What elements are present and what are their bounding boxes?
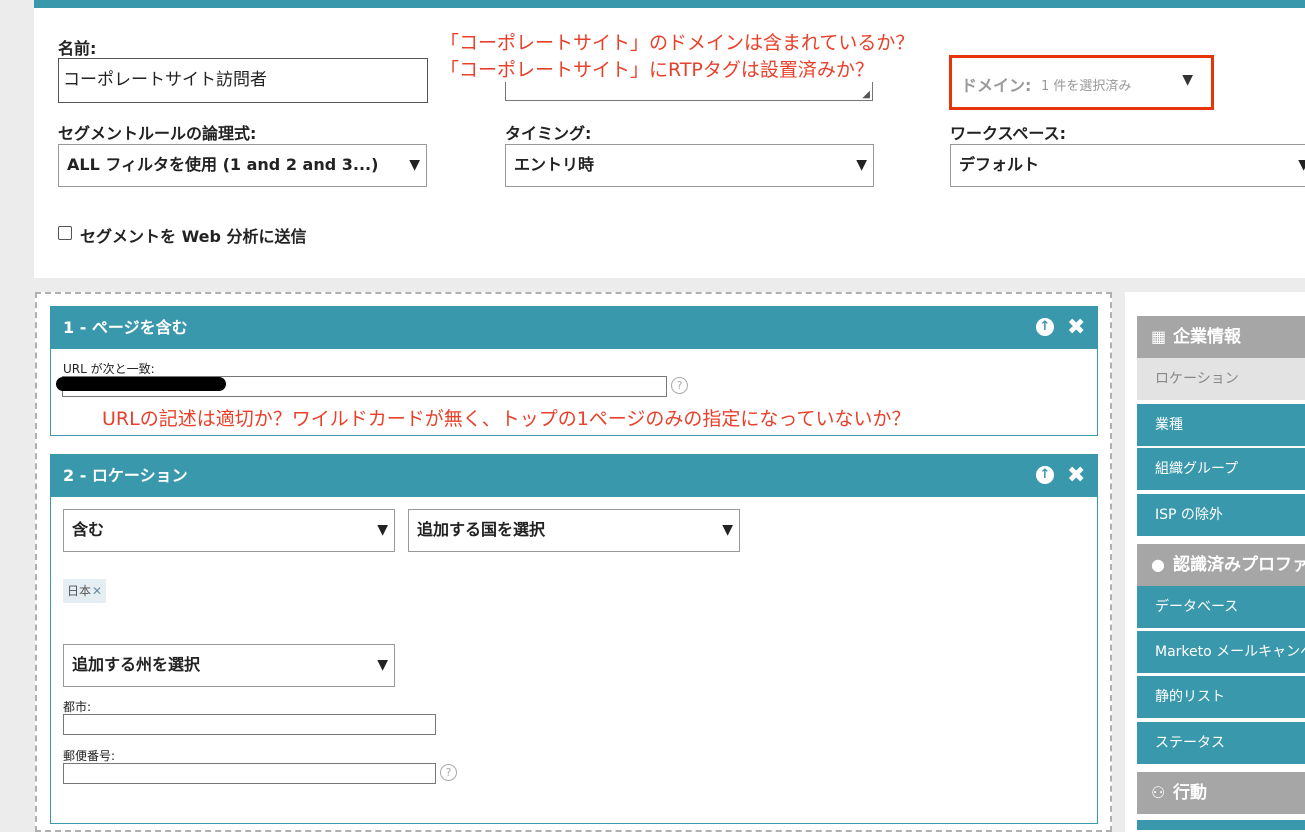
include-value: 含む — [72, 520, 105, 539]
sidebar-item-static-list[interactable]: 静的リスト — [1137, 676, 1305, 718]
chevron-down-icon: ▼ — [1298, 145, 1305, 185]
filter-card-header: 2 - ロケーション ↑ ✖ — [51, 455, 1097, 497]
remove-tag-icon[interactable]: ✕ — [92, 584, 102, 598]
help-icon[interactable]: ? — [671, 377, 688, 394]
workspace-label: ワークスペース: — [950, 124, 1066, 143]
segment-rule-select[interactable]: ALL フィルタを使用 (1 and 2 and 3...) ▼ — [58, 144, 427, 187]
person-icon: ● — [1151, 555, 1165, 574]
sidebar-item-database[interactable]: データベース — [1137, 586, 1305, 628]
chevron-down-icon: ▼ — [856, 157, 867, 173]
sidebar-item-partial — [1137, 820, 1305, 830]
move-up-icon[interactable]: ↑ — [1036, 466, 1054, 484]
zip-label: 郵便番号: — [63, 749, 116, 763]
workspace-value: デフォルト — [959, 155, 1040, 174]
chevron-down-icon: ▼ — [722, 522, 733, 538]
country-tag: 日本✕ — [63, 579, 107, 603]
send-to-web-analytics-checkbox[interactable] — [58, 226, 72, 240]
include-select[interactable]: 含む ▼ — [63, 509, 395, 552]
sidebar-group-title: 行動 — [1173, 783, 1207, 803]
country-tag-label: 日本 — [67, 584, 92, 598]
country-select[interactable]: 追加する国を選択 ▼ — [408, 509, 740, 552]
segment-rule-value: ALL フィルタを使用 (1 and 2 and 3...) — [67, 155, 379, 174]
sidebar-group-known-profile[interactable]: ● 認識済みプロファ — [1137, 544, 1305, 586]
sidebar-group-behavior[interactable]: ⚇ 行動 — [1137, 772, 1305, 814]
redaction-scribble — [56, 377, 226, 391]
top-accent-bar — [34, 0, 1305, 8]
chevron-down-icon: ▼ — [377, 522, 388, 538]
name-label: 名前: — [58, 39, 97, 58]
chevron-down-icon: ▼ — [377, 657, 388, 673]
timing-value: エントリ時 — [514, 155, 595, 174]
highlight-box — [949, 55, 1214, 110]
timing-label: タイミング: — [505, 124, 592, 143]
timing-select[interactable]: エントリ時 ▼ — [505, 144, 874, 187]
annotation-domain-question: 「コーポレートサイト」のドメインは含まれているか？ — [440, 32, 915, 54]
segment-rule-label: セグメントルールの論理式: — [58, 124, 257, 143]
send-to-web-analytics-label: セグメントを Web 分析に送信 — [80, 227, 307, 246]
sidebar-group-title: 企業情報 — [1173, 327, 1241, 347]
annotation-url-question: URLの記述は適切か？ワイルドカードが無く、トップの1ページのみの指定になってい… — [102, 408, 911, 430]
close-icon[interactable]: ✖ — [1067, 455, 1085, 497]
sidebar-group-company[interactable]: ▦ 企業情報 — [1137, 316, 1305, 358]
zip-input[interactable] — [63, 763, 436, 784]
workspace-select[interactable]: デフォルト ▼ — [950, 144, 1305, 187]
sidebar-item-org-group[interactable]: 組織グループ — [1137, 448, 1305, 490]
resize-handle-icon[interactable]: ◢ — [862, 89, 870, 100]
sidebar-item-marketo-email[interactable]: Marketo メールキャンペー — [1137, 631, 1305, 673]
chevron-down-icon: ▼ — [409, 157, 420, 173]
sidebar-item-industry[interactable]: 業種 — [1137, 404, 1305, 446]
filter-card-title: 1 - ページを含む — [63, 318, 188, 337]
move-up-icon[interactable]: ↑ — [1036, 318, 1054, 336]
help-icon[interactable]: ? — [440, 764, 457, 781]
state-placeholder: 追加する州を選択 — [72, 655, 201, 674]
sidebar-item-location[interactable]: ロケーション — [1137, 358, 1305, 400]
annotation-rtp-question: 「コーポレートサイト」にRTPタグは設置済みか？ — [440, 55, 874, 82]
url-match-label: URL が次と一致: — [63, 362, 155, 376]
sidebar-group-title: 認識済みプロファ — [1173, 555, 1305, 575]
state-select[interactable]: 追加する州を選択 ▼ — [63, 644, 395, 687]
city-input[interactable] — [63, 714, 436, 735]
filter-card-title: 2 - ロケーション — [63, 466, 188, 485]
name-input[interactable]: コーポレートサイト訪問者 — [58, 58, 428, 103]
building-icon: ▦ — [1151, 327, 1167, 346]
country-placeholder: 追加する国を選択 — [417, 520, 546, 539]
sidebar-item-status[interactable]: ステータス — [1137, 722, 1305, 764]
behavior-icon: ⚇ — [1151, 783, 1166, 802]
filter-card-header: 1 - ページを含む ↑ ✖ — [51, 307, 1097, 349]
city-label: 都市: — [63, 700, 92, 714]
sidebar-item-isp-exclusion[interactable]: ISP の除外 — [1137, 494, 1305, 536]
close-icon[interactable]: ✖ — [1067, 307, 1085, 349]
